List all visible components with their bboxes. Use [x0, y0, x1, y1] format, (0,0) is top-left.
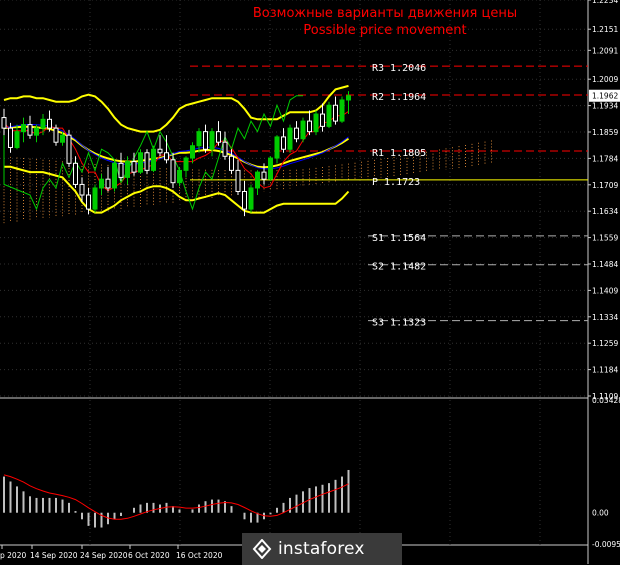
- candle-body: [118, 162, 124, 178]
- candle-body: [73, 162, 78, 185]
- price-tick-label: 1.1934: [592, 102, 618, 111]
- price-tick-label: 1.2151: [592, 25, 618, 34]
- level-label-r1: R1 1.1805: [372, 148, 426, 159]
- candle-body: [261, 171, 267, 180]
- candle-body: [125, 161, 130, 178]
- candle-body: [164, 152, 169, 161]
- candle-body: [235, 169, 241, 192]
- candle-body: [47, 118, 52, 129]
- candle-body: [112, 162, 117, 189]
- logo-text: instaforex: [278, 539, 365, 559]
- candle-body: [229, 155, 234, 171]
- time-tick-label: 16 Oct 2020: [176, 551, 223, 560]
- level-label-s2: S2 1.1482: [372, 262, 426, 273]
- candle-body: [326, 104, 332, 127]
- level-label-r2: R2 1.1964: [372, 92, 426, 103]
- candle-body: [222, 141, 228, 157]
- candle-body: [144, 152, 150, 171]
- candle-body: [190, 145, 195, 159]
- candle-body: [268, 157, 273, 180]
- candle-body: [177, 169, 182, 184]
- candle-body: [170, 159, 176, 184]
- candle-body: [60, 134, 65, 143]
- instaforex-logo-icon: [252, 539, 272, 559]
- candle-body: [346, 95, 351, 101]
- candle-body: [157, 148, 163, 154]
- candle-body: [79, 183, 85, 196]
- candle-body: [34, 127, 39, 136]
- candle-body: [1, 117, 7, 129]
- macd-tick-label: 0.03428: [592, 396, 620, 405]
- price-tick-label: 1.1184: [592, 366, 618, 375]
- level-label-s3: S3 1.1323: [372, 318, 426, 329]
- candle-body: [105, 178, 111, 189]
- candle-body: [92, 187, 98, 210]
- candle-body: [138, 152, 143, 173]
- candle-body: [86, 194, 91, 210]
- candle-body: [183, 157, 189, 171]
- price-tick-label: 1.1334: [592, 313, 618, 322]
- price-tick-label: 1.1634: [592, 207, 618, 216]
- level-label-p: P 1.1723: [372, 177, 420, 188]
- candle-body: [242, 190, 247, 210]
- chart-background: [0, 0, 620, 564]
- price-tick-label: 1.1409: [592, 286, 618, 295]
- candle-body: [274, 136, 280, 159]
- candle-body: [14, 131, 20, 148]
- candle-body: [131, 161, 137, 173]
- time-tick-label: p 2020: [0, 551, 26, 560]
- current-price-label: 1.1962: [592, 92, 618, 101]
- candle-body: [255, 171, 260, 189]
- level-label-s1: S1 1.1564: [372, 233, 426, 244]
- candle-body: [203, 131, 208, 150]
- candle-body: [339, 99, 345, 122]
- instaforex-logo[interactable]: instaforex: [242, 533, 402, 565]
- candle-body: [40, 118, 46, 129]
- price-tick-label: 1.1559: [592, 234, 618, 243]
- candle-body: [196, 131, 202, 147]
- price-chart[interactable]: R3 1.2046 R2 1.1964 R1 1.1805 P 1.1723 S1 1.…: [0, 0, 620, 564]
- candle-body: [27, 124, 33, 136]
- candle-body: [307, 120, 312, 133]
- candle-body: [281, 136, 286, 150]
- candle-body: [313, 113, 319, 133]
- candle-body: [99, 178, 104, 189]
- price-tick-label: 1.2009: [592, 75, 618, 84]
- price-tick-label: 1.2234: [592, 0, 618, 5]
- candle-body: [287, 127, 293, 150]
- candle-body: [294, 127, 299, 140]
- title-russian: Возможные варианты движения цены: [252, 6, 518, 21]
- time-tick-label: 6 Oct 2020: [128, 551, 170, 560]
- price-tick-label: 1.1784: [592, 154, 618, 163]
- candle-body: [151, 148, 156, 171]
- candle-body: [216, 131, 221, 143]
- candle-body: [333, 104, 338, 122]
- candle-body: [209, 131, 215, 150]
- candle-body: [320, 113, 325, 127]
- candle-body: [66, 134, 72, 164]
- price-tick-label: 1.1859: [592, 128, 618, 137]
- price-tick-label: 1.1484: [592, 260, 618, 269]
- candle-body: [300, 120, 306, 140]
- candle-body: [21, 124, 26, 133]
- level-label-r3: R3 1.2046: [372, 63, 426, 74]
- price-tick-label: 1.1709: [592, 181, 618, 190]
- time-tick-label: 14 Sep 2020: [30, 551, 78, 560]
- price-tick-label: 1.2091: [592, 46, 618, 55]
- macd-tick-label: 0.00: [592, 509, 609, 518]
- title-english: Possible price movement: [303, 23, 467, 38]
- macd-tick-label: -0.00951: [592, 540, 620, 549]
- time-tick-label: 24 Sep 2020: [80, 551, 128, 560]
- grid: [0, 0, 620, 564]
- candle-body: [8, 127, 13, 148]
- candle-body: [248, 187, 254, 210]
- candle-body: [53, 127, 59, 143]
- price-tick-label: 1.1259: [592, 339, 618, 348]
